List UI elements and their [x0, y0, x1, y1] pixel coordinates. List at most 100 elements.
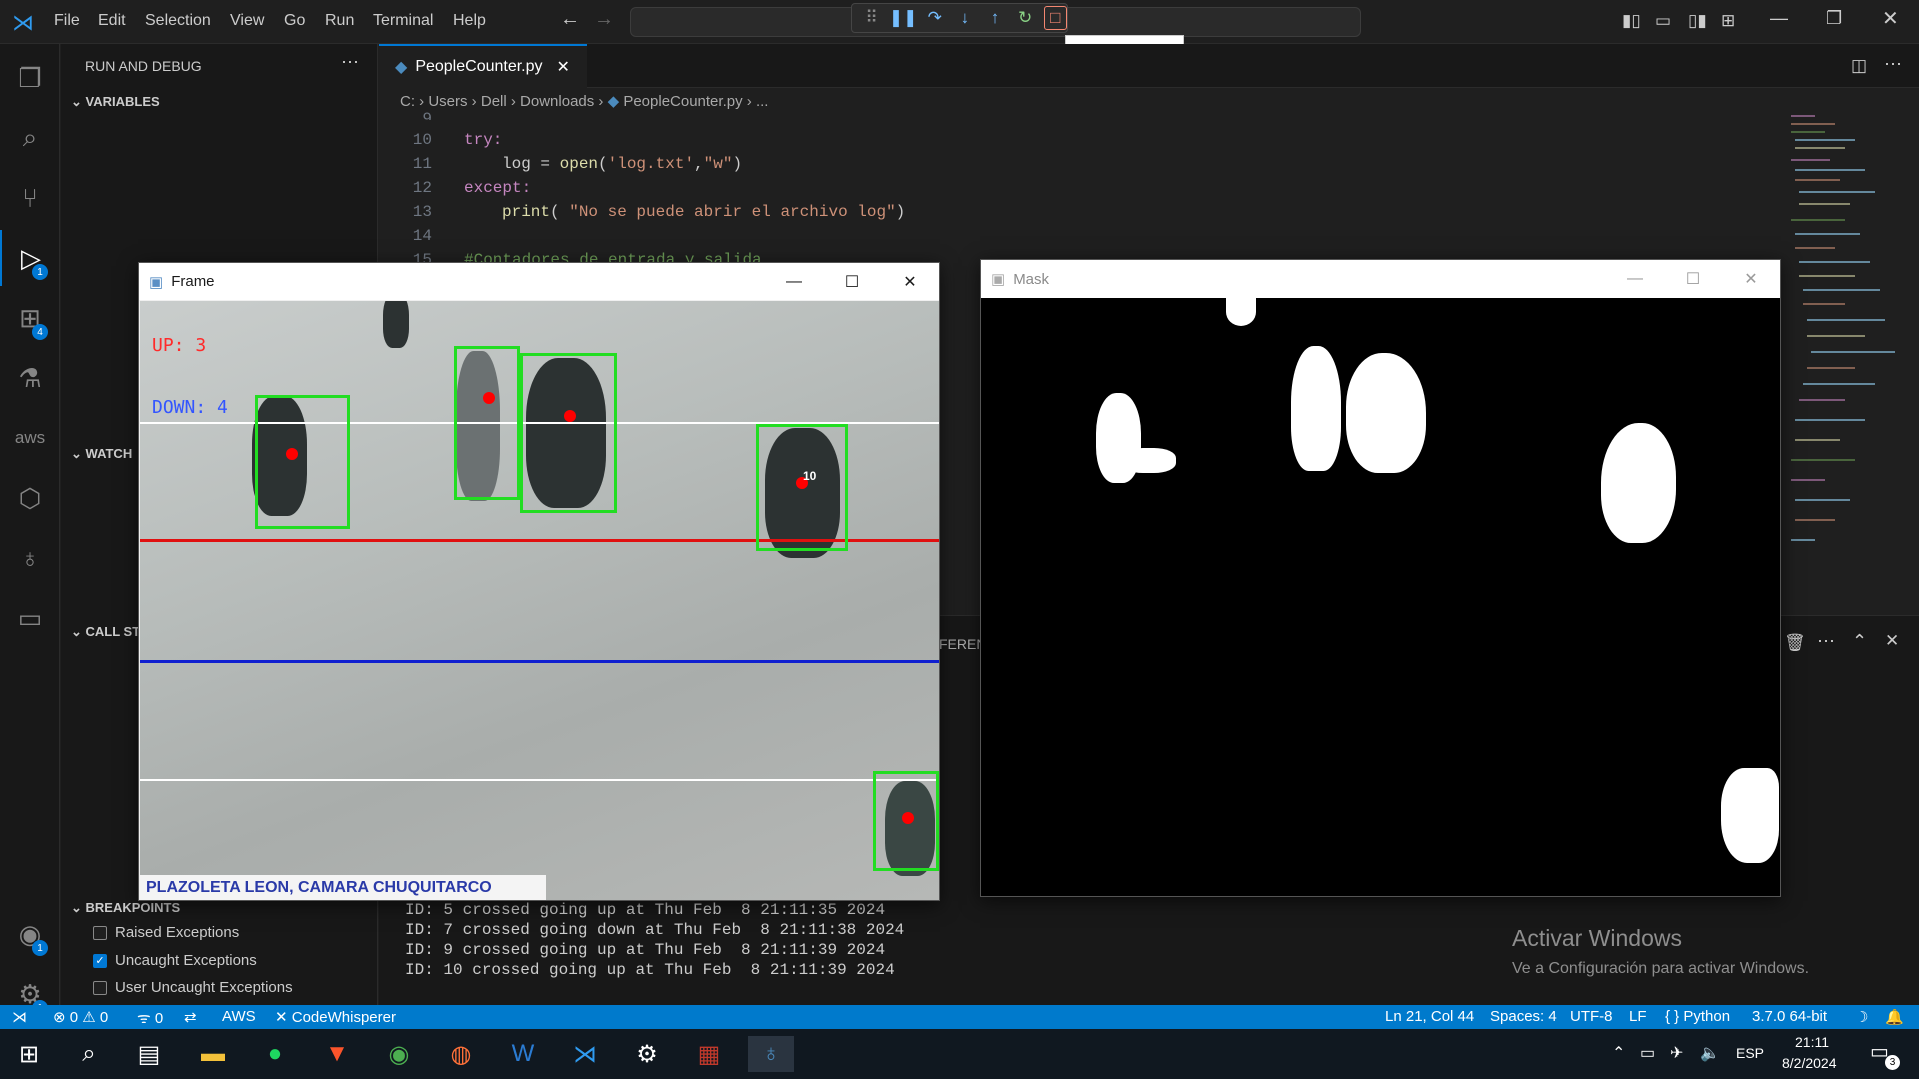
checkbox[interactable]	[93, 925, 107, 940]
menu-file[interactable]: File	[54, 12, 80, 30]
taskbar-search-icon[interactable]: ⌕	[66, 1036, 112, 1072]
minimap[interactable]	[1785, 110, 1905, 560]
clock-time[interactable]: 21:11	[1795, 1034, 1829, 1050]
brave-icon[interactable]: ▼	[314, 1036, 360, 1072]
python-icon[interactable]: ♁	[0, 530, 60, 586]
split-editor-icon[interactable]: ◫	[1851, 56, 1867, 76]
code-line[interactable]: print( "No se puede abrir el archivo log…	[502, 203, 905, 221]
volume-icon[interactable]: 🔈	[1700, 1043, 1720, 1063]
menu-edit[interactable]: Edit	[98, 12, 126, 30]
editor-more-icon[interactable]: ⋯	[1884, 54, 1902, 75]
remote-explorer-icon[interactable]: ▭	[0, 590, 60, 646]
menu-selection[interactable]: Selection	[145, 12, 211, 30]
breakpoint-raised[interactable]: Raised Exceptions	[93, 924, 239, 941]
airplane-icon[interactable]: ✈	[1670, 1043, 1683, 1063]
close-panel-icon[interactable]: ✕	[1885, 631, 1899, 651]
step-out-icon[interactable]: ↑	[983, 6, 1006, 30]
menu-view[interactable]: View	[230, 12, 264, 30]
maximize-icon[interactable]: ☐	[1664, 260, 1722, 297]
toggle-secondary-sidebar-icon[interactable]: ▯▮	[1688, 11, 1707, 31]
tab-peoplecounter[interactable]: ◆ PeopleCounter.py ✕	[379, 44, 587, 88]
close-icon[interactable]: ✕	[1722, 260, 1780, 297]
search-icon[interactable]: ⌕	[0, 110, 60, 166]
explorer-icon[interactable]: ❐	[0, 50, 60, 106]
firefox-icon[interactable]: ◍	[438, 1036, 484, 1072]
customize-layout-icon[interactable]: ⊞	[1721, 11, 1735, 31]
chrome-icon[interactable]: ◉	[376, 1036, 422, 1072]
menu-go[interactable]: Go	[284, 12, 305, 30]
breadcrumb-item[interactable]: ...	[756, 93, 769, 110]
vscode-taskbar-icon[interactable]: ⋊	[562, 1036, 608, 1072]
aws-status[interactable]: AWS	[222, 1008, 256, 1025]
more-actions-icon[interactable]: ⋯	[341, 52, 359, 73]
close-icon[interactable]: ✕	[881, 263, 939, 300]
toggle-panel-icon[interactable]: ▭	[1655, 11, 1671, 31]
close-tab-icon[interactable]: ✕	[557, 57, 570, 77]
problems-indicator[interactable]: ⊗ 0 ⚠ 0	[53, 1008, 108, 1026]
menu-run[interactable]: Run	[325, 12, 354, 30]
notifications-bell-icon[interactable]: 🔔	[1885, 1008, 1904, 1026]
frame-titlebar[interactable]: ▣ Frame — ☐ ✕	[139, 263, 939, 300]
indentation[interactable]: Spaces: 4	[1490, 1008, 1557, 1025]
python-interpreter[interactable]: 3.7.0 64-bit	[1752, 1008, 1827, 1025]
breadcrumb-item[interactable]: Dell	[481, 93, 507, 110]
minimize-icon[interactable]: —	[1770, 8, 1788, 29]
code-line[interactable]: try:	[464, 131, 502, 149]
run-debug-icon[interactable]: ▷ 1	[0, 230, 60, 286]
mask-titlebar[interactable]: ▣ Mask — ☐ ✕	[981, 260, 1780, 298]
frame-window[interactable]: ▣ Frame — ☐ ✕ UP: 3 DOWN: 4 10 PLAZOLETA…	[138, 262, 940, 901]
remote-icon[interactable]: ⋊	[12, 1008, 27, 1026]
encoding[interactable]: UTF-8	[1570, 1008, 1613, 1025]
toggle-sidebar-icon[interactable]: ▮▯	[1622, 11, 1641, 31]
minimize-icon[interactable]: —	[1606, 260, 1664, 297]
code-line[interactable]: #Contadores de entrada y salida	[464, 251, 762, 262]
breakpoint-user-uncaught[interactable]: User Uncaught Exceptions	[93, 979, 293, 996]
menu-help[interactable]: Help	[453, 12, 486, 30]
moon-icon[interactable]: ☽	[1855, 1008, 1868, 1026]
breadcrumb-item[interactable]: Downloads	[520, 93, 594, 110]
watch-section[interactable]: ⌄ WATCH	[71, 446, 132, 462]
language-mode[interactable]: { } Python	[1665, 1008, 1730, 1025]
mask-window[interactable]: ▣ Mask — ☐ ✕	[980, 259, 1781, 897]
breadcrumb-item[interactable]: Users	[428, 93, 467, 110]
panel-more-icon[interactable]: ⋯	[1817, 631, 1835, 652]
menu-terminal[interactable]: Terminal	[373, 12, 433, 30]
step-into-icon[interactable]: ↓	[953, 6, 976, 30]
maximize-icon[interactable]: ☐	[823, 263, 881, 300]
breadcrumb-item[interactable]: C:	[400, 93, 415, 110]
task-view-icon[interactable]: ▤	[126, 1036, 172, 1072]
word-icon[interactable]: W	[500, 1036, 546, 1072]
debug-launch-icon[interactable]: ⇄	[184, 1008, 197, 1026]
drag-handle-icon[interactable]: ⠿	[860, 6, 883, 30]
language-indicator[interactable]: ESP	[1736, 1045, 1764, 1061]
ports-indicator[interactable]: ᯤ 0	[137, 1008, 163, 1028]
trash-icon[interactable]: 🗑	[1784, 633, 1806, 653]
codewhisperer-status[interactable]: ✕ CodeWhisperer	[275, 1008, 396, 1026]
code-line[interactable]: log = open('log.txt',"w")	[502, 155, 742, 173]
source-control-icon[interactable]: ⑂	[0, 170, 60, 226]
restart-icon[interactable]: ↻	[1014, 6, 1037, 30]
end-of-line[interactable]: LF	[1629, 1008, 1647, 1025]
cursor-position[interactable]: Ln 21, Col 44	[1385, 1008, 1474, 1025]
pause-icon[interactable]: ❚❚	[889, 6, 918, 30]
breadcrumb-item[interactable]: PeopleCounter.py	[623, 93, 742, 110]
file-explorer-icon[interactable]: ▬	[190, 1036, 236, 1072]
battery-icon[interactable]: ▭	[1640, 1043, 1655, 1063]
checkbox[interactable]	[93, 980, 107, 995]
settings-icon[interactable]: ⚙	[624, 1036, 670, 1072]
winrar-icon[interactable]: ▦	[686, 1036, 732, 1072]
restore-icon[interactable]: ❐	[1826, 8, 1842, 29]
testing-icon[interactable]: ⚗	[0, 350, 60, 406]
close-icon[interactable]: ✕	[1882, 6, 1899, 31]
maximize-panel-icon[interactable]: ⌃	[1852, 631, 1867, 652]
stop-icon[interactable]: □	[1043, 6, 1067, 30]
minimize-icon[interactable]: —	[765, 263, 823, 300]
breakpoints-section[interactable]: ⌄ BREAKPOINTS	[71, 900, 180, 916]
variables-section[interactable]: ⌄ VARIABLES	[71, 94, 160, 110]
nav-back-icon[interactable]: ←	[560, 8, 580, 31]
python-taskbar-icon[interactable]: ♁	[748, 1036, 794, 1072]
accounts-icon[interactable]: ◉ 1	[0, 906, 60, 962]
checkbox-checked[interactable]: ✓	[93, 953, 107, 968]
tray-chevron-icon[interactable]: ⌃	[1612, 1043, 1625, 1063]
callstack-section[interactable]: ⌄ CALL STA	[71, 624, 149, 640]
